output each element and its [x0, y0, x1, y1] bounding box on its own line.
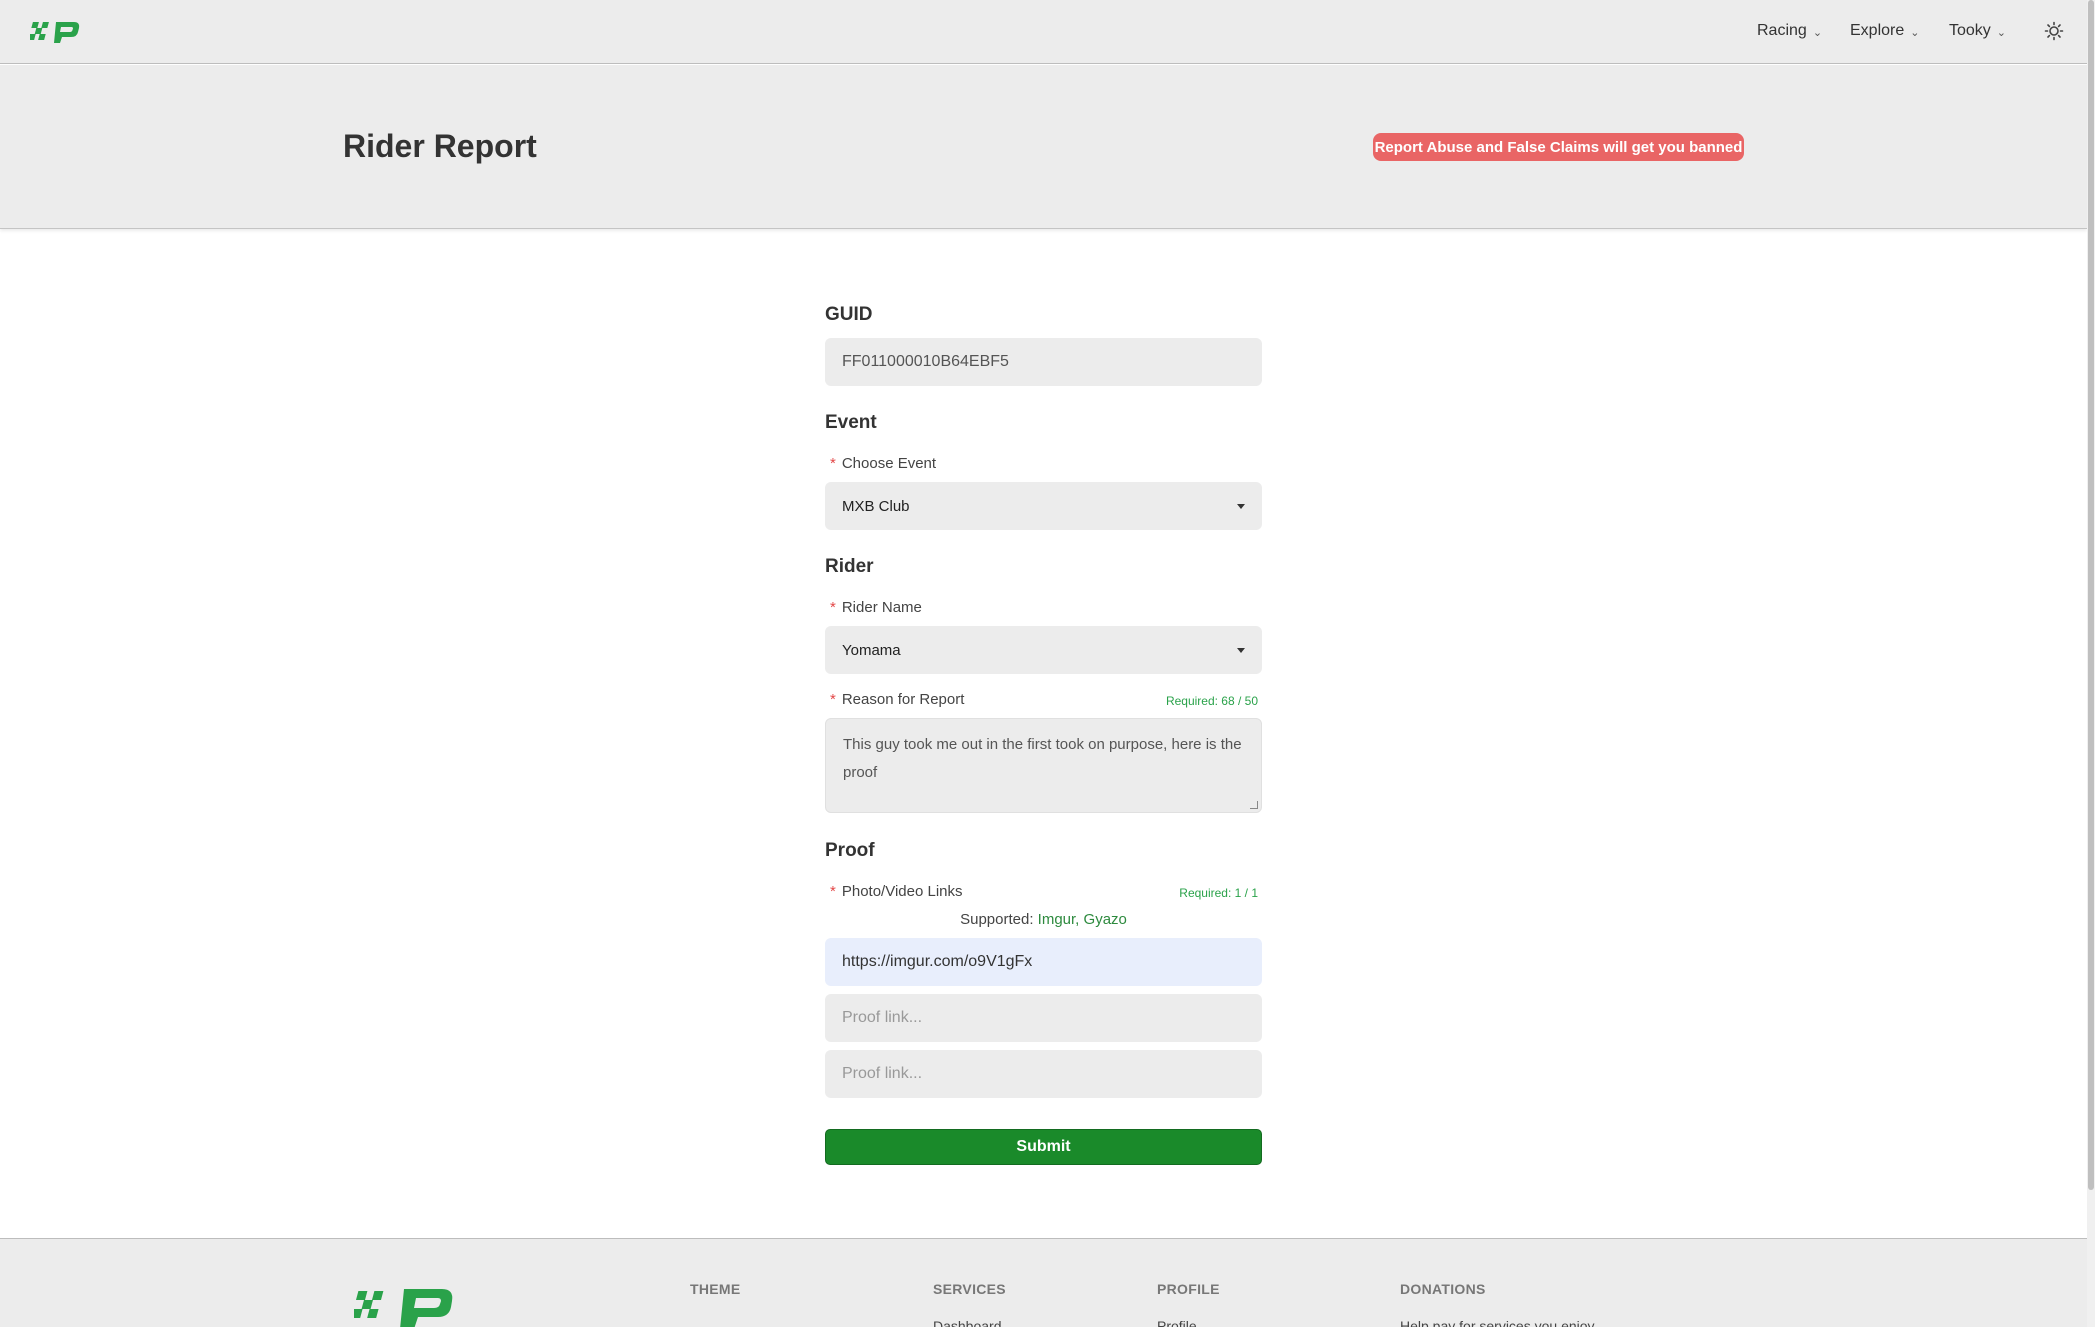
- proof-link-2-placeholder: Proof link...: [842, 1009, 923, 1026]
- rider-section-title: Rider: [825, 556, 874, 577]
- required-marker: *: [830, 455, 836, 472]
- rider-selected-value: Yomama: [842, 641, 901, 659]
- footer-theme-heading: THEME: [690, 1281, 741, 1297]
- warning-badge: Report Abuse and False Claims will get y…: [1373, 133, 1744, 161]
- caret-down-icon: [1237, 647, 1245, 653]
- footer-donations-heading: DONATIONS: [1400, 1281, 1486, 1297]
- required-marker: *: [830, 883, 836, 900]
- event-section-title: Event: [825, 412, 877, 433]
- supported-hosts-links[interactable]: Imgur, Gyazo: [1038, 911, 1127, 928]
- proof-link-input-1[interactable]: https://imgur.com/o9V1gFx: [825, 938, 1262, 986]
- rider-select[interactable]: Yomama: [825, 626, 1262, 674]
- footer-profile-heading: PROFILE: [1157, 1281, 1220, 1297]
- page-title: Rider Report: [343, 128, 537, 164]
- nav-user-menu[interactable]: Tooky ⌄: [1949, 22, 2006, 40]
- proof-link-1-value: https://imgur.com/o9V1gFx: [842, 953, 1033, 970]
- top-navbar: Racing ⌄ Explore ⌄ Tooky ⌄: [0, 0, 2087, 64]
- event-selected-value: MXB Club: [842, 497, 910, 515]
- reason-textarea[interactable]: This guy took me out in the first took o…: [825, 718, 1262, 813]
- nav-explore-menu[interactable]: Explore ⌄: [1850, 22, 1919, 40]
- site-logo-icon[interactable]: [30, 18, 80, 46]
- scrollbar-thumb[interactable]: [2088, 0, 2094, 1190]
- required-marker: *: [830, 599, 836, 616]
- footer-logo-icon[interactable]: [354, 1285, 454, 1327]
- event-field-label: * Choose Event: [830, 455, 936, 472]
- proof-section-title: Proof: [825, 840, 875, 861]
- guid-section-title: GUID: [825, 304, 873, 325]
- required-marker: *: [830, 691, 836, 708]
- sun-icon[interactable]: [2044, 21, 2064, 41]
- nav-user-label: Tooky: [1949, 22, 1991, 39]
- caret-down-icon: [1237, 503, 1245, 509]
- guid-value: FF011000010B64EBF5: [842, 353, 1009, 370]
- supported-hosts-note: Supported: Imgur, Gyazo: [825, 911, 1262, 928]
- footer-donations-text[interactable]: Help pay for services you enjoy: [1400, 1318, 1595, 1327]
- proof-field-label: * Photo/Video Links: [830, 883, 963, 900]
- reason-text: This guy took me out in the first took o…: [843, 736, 1242, 781]
- proof-link-input-3[interactable]: Proof link...: [825, 1050, 1262, 1098]
- footer-services-heading: SERVICES: [933, 1281, 1006, 1297]
- chevron-down-icon: ⌄: [1812, 26, 1823, 39]
- proof-link-input-2[interactable]: Proof link...: [825, 994, 1262, 1042]
- chevron-down-icon: ⌄: [1910, 26, 1920, 39]
- footer-link-profile[interactable]: Profile: [1157, 1318, 1197, 1327]
- reason-field-label: * Reason for Report: [830, 691, 964, 708]
- site-footer: THEME SERVICES PROFILE DONATIONS Dashboa…: [0, 1238, 2087, 1327]
- page-header: Rider Report Report Abuse and False Clai…: [0, 65, 2087, 229]
- event-label-text: Choose Event: [841, 455, 937, 472]
- rider-label-text: Rider Name: [841, 599, 922, 616]
- page-scrollbar[interactable]: [2087, 0, 2095, 1327]
- proof-label-text: Photo/Video Links: [841, 883, 963, 900]
- reason-char-count: Required: 68 / 50: [1165, 694, 1258, 708]
- nav-racing-label: Racing: [1757, 22, 1807, 39]
- proof-link-count: Required: 1 / 1: [1179, 886, 1258, 900]
- resize-handle-icon[interactable]: [1250, 801, 1258, 809]
- submit-button[interactable]: Submit: [825, 1129, 1262, 1165]
- event-select[interactable]: MXB Club: [825, 482, 1262, 530]
- proof-link-3-placeholder: Proof link...: [842, 1065, 923, 1082]
- reason-label-text: Reason for Report: [841, 691, 965, 708]
- footer-link-dashboard[interactable]: Dashboard: [933, 1318, 1002, 1327]
- rider-field-label: * Rider Name: [830, 599, 922, 616]
- supported-prefix: Supported:: [960, 911, 1034, 928]
- chevron-down-icon: ⌄: [1996, 26, 2007, 39]
- nav-racing-menu[interactable]: Racing ⌄: [1757, 22, 1822, 40]
- nav-explore-label: Explore: [1850, 22, 1905, 39]
- guid-field[interactable]: FF011000010B64EBF5: [825, 338, 1262, 386]
